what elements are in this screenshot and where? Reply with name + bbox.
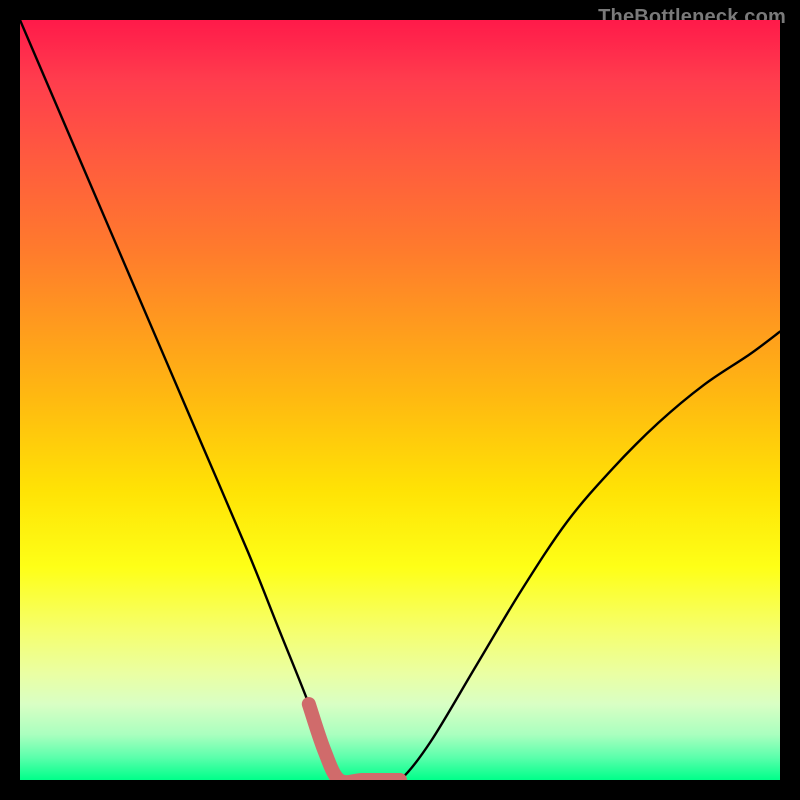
curve-layer bbox=[20, 20, 780, 780]
trough-highlight bbox=[309, 704, 400, 780]
chart-container: TheBottleneck.com bbox=[0, 0, 800, 800]
bottleneck-curve bbox=[20, 20, 780, 780]
plot-area bbox=[20, 20, 780, 780]
